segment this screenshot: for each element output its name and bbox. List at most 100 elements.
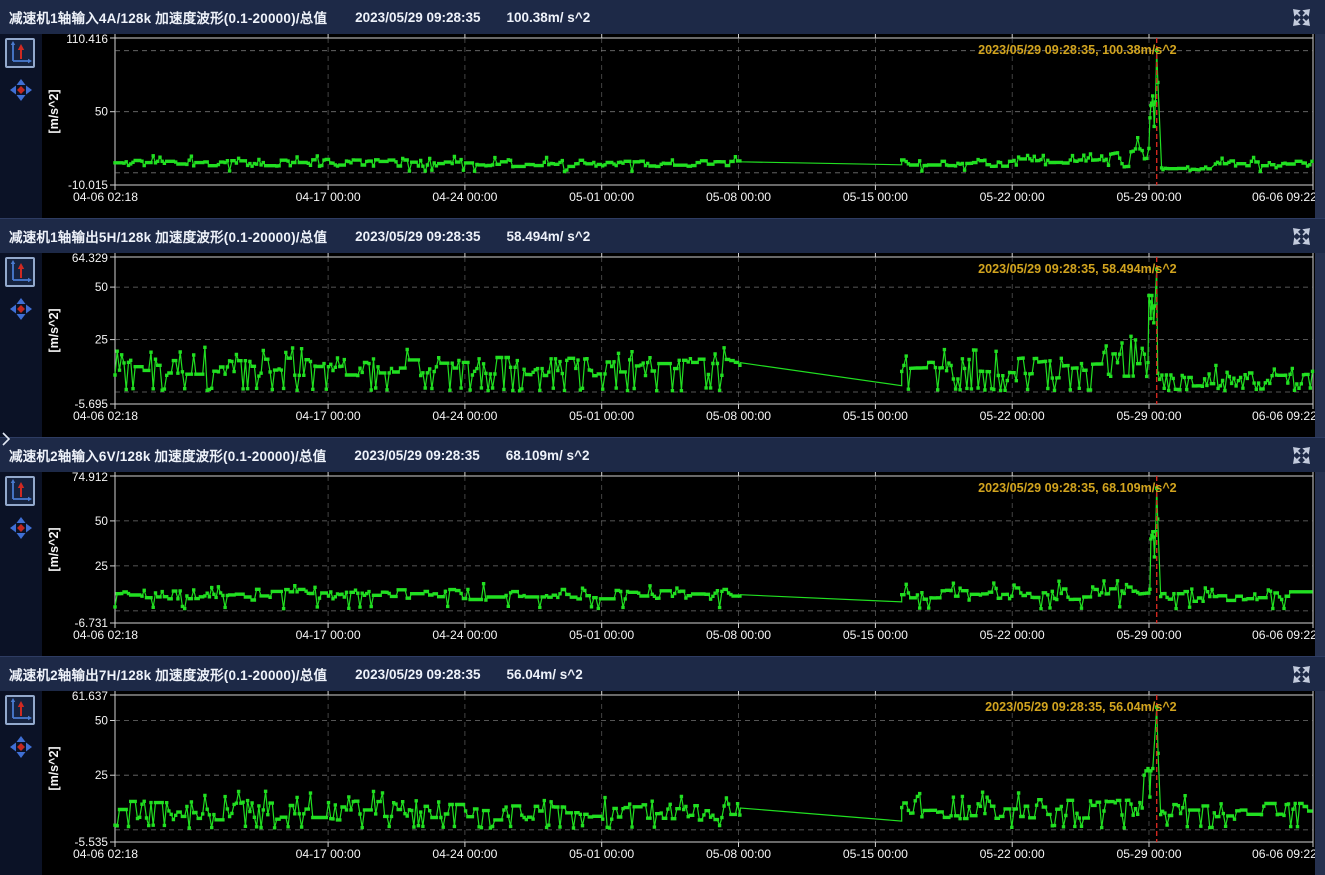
svg-text:05-01 00:00: 05-01 00:00 (569, 190, 634, 204)
right-gutter (1315, 472, 1325, 656)
expand-icon (1292, 665, 1311, 684)
svg-text:06-06 09:22: 06-06 09:22 (1252, 847, 1315, 861)
cursor-timestamp: 2023/05/29 09:28:35 (354, 448, 479, 463)
svg-text:[m/s^2]: [m/s^2] (47, 89, 61, 133)
svg-text:61.637: 61.637 (72, 691, 108, 703)
svg-text:04-24 00:00: 04-24 00:00 (432, 628, 497, 642)
svg-text:04-24 00:00: 04-24 00:00 (432, 847, 497, 861)
svg-text:05-29 00:00: 05-29 00:00 (1116, 190, 1181, 204)
trend-plot-svg[interactable]: 04-06 02:1804-17 00:0004-24 00:0005-01 0… (42, 472, 1315, 656)
svg-text:25: 25 (95, 333, 109, 347)
pan-tool-button[interactable] (10, 517, 32, 539)
svg-text:05-22 00:00: 05-22 00:00 (980, 847, 1045, 861)
svg-text:05-08 00:00: 05-08 00:00 (706, 628, 771, 642)
svg-text:04-17 00:00: 04-17 00:00 (296, 847, 361, 861)
svg-text:05-15 00:00: 05-15 00:00 (843, 847, 908, 861)
svg-text:-5.535: -5.535 (75, 835, 109, 849)
pan-move-icon (10, 517, 32, 539)
peak-annotation: 2023/05/29 09:28:35, 100.38m/s^2 (978, 43, 1177, 57)
cursor-timestamp: 2023/05/29 09:28:35 (355, 667, 480, 682)
peak-annotation: 2023/05/29 09:28:35, 58.494m/s^2 (978, 262, 1177, 276)
chart-row: 04-06 02:1804-17 00:0004-24 00:0005-01 0… (0, 253, 1325, 437)
cursor-timestamp: 2023/05/29 09:28:35 (355, 10, 480, 25)
trend-chart-1[interactable]: 04-06 02:1804-17 00:0004-24 00:0005-01 0… (42, 34, 1315, 218)
pan-move-icon (10, 298, 32, 320)
channel-title: 减速机1轴输出5H/128k 加速度波形(0.1-20000)/总值 (9, 226, 327, 246)
chart-row: 04-06 02:18 04-17 00:00 04-24 00:00 05-01 0… (0, 691, 1325, 875)
trend-chart-4[interactable]: 04-06 02:18 04-17 00:00 04-24 00:00 05-01 0… (42, 691, 1315, 875)
cursor-timestamp: 2023/05/29 09:28:35 (355, 229, 480, 244)
axis-cursor-icon (7, 478, 33, 504)
svg-text:05-22 00:00: 05-22 00:00 (980, 190, 1045, 204)
trend-chart-3[interactable]: 04-06 02:1804-17 00:0004-24 00:0005-01 0… (42, 472, 1315, 656)
svg-text:05-08 00:00: 05-08 00:00 (706, 190, 771, 204)
expand-icon (1292, 8, 1311, 27)
trend-monitor-app: { "theme": { "titlebar_bg": "#1d2947", "… (0, 0, 1325, 875)
svg-text:04-17 00:00: 04-17 00:00 (296, 190, 361, 204)
svg-text:50: 50 (95, 714, 109, 728)
svg-text:25: 25 (95, 559, 109, 573)
svg-text:05-29 00:00: 05-29 00:00 (1116, 409, 1181, 423)
axis-cursor-tool-button[interactable] (5, 476, 35, 506)
expand-button[interactable] (1290, 444, 1313, 467)
pan-move-icon (10, 736, 32, 758)
axis-cursor-icon (7, 40, 33, 66)
pan-move-icon (10, 79, 32, 101)
svg-text:50: 50 (95, 514, 109, 528)
svg-text:110.416: 110.416 (66, 34, 108, 46)
svg-text:50: 50 (95, 105, 109, 119)
pan-tool-button[interactable] (10, 298, 32, 320)
axis-cursor-tool-button[interactable] (5, 257, 35, 287)
svg-text:05-08 00:00: 05-08 00:00 (706, 409, 771, 423)
trend-plot-svg[interactable]: 04-06 02:1804-17 00:0004-24 00:0005-01 0… (42, 34, 1315, 218)
sidebar-collapse-chevron[interactable] (0, 430, 12, 448)
svg-text:05-29 00:00: 05-29 00:00 (1116, 628, 1181, 642)
channel-title: 减速机2轴输出7H/128k 加速度波形(0.1-20000)/总值 (9, 664, 327, 684)
axis-cursor-icon (7, 697, 33, 723)
cursor-value: 100.38m/ s^2 (507, 10, 591, 25)
panel-titlebar: 减速机2轴输出7H/128k 加速度波形(0.1-20000)/总值 2023/… (0, 657, 1325, 691)
svg-text:04-06 02:18: 04-06 02:18 (73, 847, 138, 861)
channel-title: 减速机1轴输入4A/128k 加速度波形(0.1-20000)/总值 (9, 7, 327, 27)
right-gutter (1315, 253, 1325, 437)
svg-text:05-01 00:00: 05-01 00:00 (569, 628, 634, 642)
pan-tool-button[interactable] (10, 736, 32, 758)
pan-tool-button[interactable] (10, 79, 32, 101)
panel-titlebar: 减速机2轴输入6V/128k 加速度波形(0.1-20000)/总值 2023/… (0, 438, 1325, 472)
expand-icon (1292, 227, 1311, 246)
svg-text:06-06 09:22: 06-06 09:22 (1252, 409, 1315, 423)
svg-text:25: 25 (95, 768, 109, 782)
svg-text:05-01 00:00: 05-01 00:00 (569, 409, 634, 423)
trend-panel-1: 减速机1轴输入4A/128k 加速度波形(0.1-20000)/总值 2023/… (0, 0, 1325, 218)
right-gutter (1315, 691, 1325, 875)
axis-cursor-icon (7, 259, 33, 285)
chart-tool-strip (0, 472, 42, 656)
svg-text:[m/s^2]: [m/s^2] (47, 746, 61, 790)
svg-text:04-06 02:18: 04-06 02:18 (73, 628, 138, 642)
right-gutter (1315, 34, 1325, 218)
svg-text:50: 50 (95, 280, 109, 294)
panel-titlebar: 减速机1轴输出5H/128k 加速度波形(0.1-20000)/总值 2023/… (0, 219, 1325, 253)
expand-button[interactable] (1290, 225, 1313, 248)
chart-tool-strip (0, 253, 42, 437)
expand-icon (1292, 446, 1311, 465)
svg-text:[m/s^2]: [m/s^2] (47, 527, 61, 571)
svg-text:06-06 09:22: 06-06 09:22 (1252, 628, 1315, 642)
svg-text:06-06 09:22: 06-06 09:22 (1252, 190, 1315, 204)
svg-text:-6.731: -6.731 (75, 616, 108, 630)
peak-annotation: 2023/05/29 09:28:35, 56.04m/s^2 (985, 700, 1177, 714)
channel-title: 减速机2轴输入6V/128k 加速度波形(0.1-20000)/总值 (9, 445, 326, 465)
axis-cursor-tool-button[interactable] (5, 38, 35, 68)
chart-tool-strip (0, 691, 42, 875)
svg-text:05-15 00:00: 05-15 00:00 (843, 409, 908, 423)
svg-text:04-24 00:00: 04-24 00:00 (432, 190, 497, 204)
trend-plot-svg[interactable]: 04-06 02:1804-17 00:0004-24 00:0005-01 0… (42, 253, 1315, 437)
axis-cursor-tool-button[interactable] (5, 695, 35, 725)
cursor-value: 68.109m/ s^2 (506, 448, 590, 463)
svg-text:64.329: 64.329 (72, 253, 108, 265)
expand-button[interactable] (1290, 6, 1313, 29)
trend-plot-svg[interactable]: 04-06 02:18 04-17 00:00 04-24 00:00 05-01 0… (42, 691, 1315, 875)
trend-chart-2[interactable]: 04-06 02:1804-17 00:0004-24 00:0005-01 0… (42, 253, 1315, 437)
expand-button[interactable] (1290, 663, 1313, 686)
svg-text:05-01 00:00: 05-01 00:00 (569, 847, 634, 861)
